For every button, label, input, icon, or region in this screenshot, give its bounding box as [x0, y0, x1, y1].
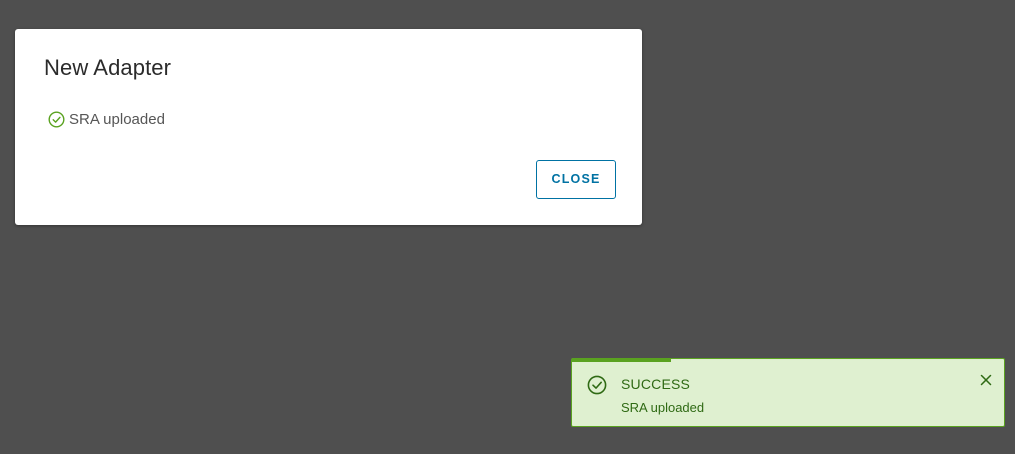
- upload-status-text: SRA uploaded: [69, 111, 165, 128]
- close-button[interactable]: CLOSE: [536, 160, 616, 199]
- check-circle-icon: [586, 374, 608, 401]
- new-adapter-dialog: New Adapter SRA uploaded CLOSE: [15, 29, 642, 225]
- close-icon[interactable]: [977, 371, 995, 389]
- success-toast: SUCCESS SRA uploaded: [571, 358, 1005, 427]
- dialog-title: New Adapter: [44, 55, 172, 80]
- check-circle-icon: [48, 111, 65, 128]
- toast-message: SRA uploaded: [621, 400, 705, 415]
- toast-progress-bar: [572, 358, 671, 362]
- upload-status: SRA uploaded: [48, 111, 165, 128]
- toast-title: SUCCESS: [621, 376, 691, 392]
